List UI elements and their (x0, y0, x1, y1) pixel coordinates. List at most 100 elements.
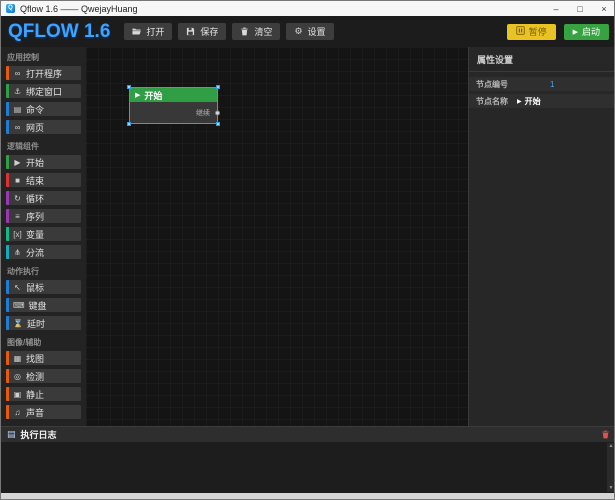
pause-label: 暂停 (529, 25, 547, 38)
sidebar-item-bind-window[interactable]: ⚓ 绑定窗口 (6, 84, 81, 98)
scroll-down-icon: ▼ (609, 485, 614, 492)
toolbar: 打开 保存 清空 ⚙ 设置 (124, 23, 333, 40)
log-icon: ▤ (7, 429, 16, 440)
play-icon: ▶ (517, 98, 522, 105)
start-button[interactable]: ▶ 启动 (564, 24, 609, 40)
open-label: 打开 (146, 25, 164, 38)
sidebar-section-action-execution: 动作执行 ↖ 鼠标⌨ 键盘 ⌛延时 (1, 263, 84, 330)
property-value: ▶开始 (517, 96, 541, 107)
sidebar-item-end[interactable]: ■结束 (6, 173, 81, 187)
sidebar-item-sequence[interactable]: ≡ 序列 (6, 209, 81, 223)
properties-rows: 节点编号 1 节点名称 ▶开始 (469, 77, 615, 108)
sidebar-item-sound[interactable]: ♫ 声音 (6, 405, 81, 419)
sidebar-item-delay[interactable]: ⌛延时 (6, 316, 81, 330)
play-icon: ▶ (573, 28, 578, 36)
node-port-label: 继续 (196, 108, 210, 118)
selection-handle[interactable] (216, 122, 220, 126)
selection-handle[interactable] (127, 85, 131, 89)
node-body: 继续 (130, 102, 217, 123)
property-label: 节点编号 (476, 79, 508, 90)
sidebar-item-command[interactable]: ▤ 命令 (6, 102, 81, 116)
titlebar: Q Qflow 1.6 —— QwejayHuang – □ × (1, 1, 615, 16)
window-title: Qflow 1.6 —— QwejayHuang (20, 4, 138, 14)
property-value: 1 (550, 80, 554, 89)
branch-icon: ⋔ (13, 248, 22, 257)
sidebar-item-webpage[interactable]: ∞网页 (6, 120, 81, 134)
detect-icon: ◎ (13, 372, 22, 381)
sidebar-item-start[interactable]: ▶开始 (6, 155, 81, 169)
sidebar-item-label: 开始 (26, 156, 44, 169)
properties-panel: 属性设置 节点编号1节点名称▶开始 (468, 47, 615, 426)
list-icon: ≡ (13, 212, 22, 221)
sidebar-item-label: 分流 (26, 246, 44, 259)
sidebar-item-label: 鼠标 (26, 281, 44, 294)
sidebar-item-label: 序列 (26, 210, 44, 223)
property-label: 节点名称 (476, 96, 508, 107)
sidebar-item-keyboard[interactable]: ⌨ 键盘 (6, 298, 81, 312)
pause-icon (516, 26, 525, 37)
sidebar-section-app-control: 应用控制 ∞ 打开程序 ⚓ 绑定窗口 ▤ 命令 ∞网页 (1, 49, 84, 134)
terminal-icon: ▤ (13, 105, 22, 114)
sidebar-section-title: 图像/辅助 (1, 334, 84, 351)
image-icon: ▦ (13, 354, 22, 363)
node-header: ▶ 开始 (130, 88, 217, 102)
minimize-button[interactable]: – (544, 1, 568, 16)
sidebar-item-open-program[interactable]: ∞ 打开程序 (6, 66, 81, 80)
sidebar-item-label: 网页 (26, 121, 44, 134)
sidebar-item-variable[interactable]: [x]变量 (6, 227, 81, 241)
still-icon: ▣ (13, 390, 22, 399)
sidebar-item-mouse[interactable]: ↖ 鼠标 (6, 280, 81, 294)
property-row-node-number[interactable]: 节点编号 1 (469, 77, 615, 91)
log-body: ▲ ▼ (1, 442, 615, 493)
node-output-port[interactable] (215, 110, 220, 115)
flow-canvas[interactable]: ▶ 开始 继续 (86, 47, 468, 426)
sidebar-section-title: 动作执行 (1, 263, 84, 280)
component-sidebar: 应用控制∞打开程序⚓绑定窗口▤命令∞网页逻辑组件▶开始■结束↻循环≡序列[x]变… (1, 47, 86, 426)
sidebar-item-label: 循环 (26, 192, 44, 205)
pause-button[interactable]: 暂停 (507, 24, 556, 40)
sidebar-item-label: 找图 (26, 352, 44, 365)
clear-log-button[interactable] (601, 430, 610, 439)
sidebar-item-still[interactable]: ▣静止 (6, 387, 81, 401)
folder-open-icon (132, 27, 141, 36)
selection-handle[interactable] (127, 122, 131, 126)
sidebar-item-label: 声音 (26, 406, 44, 419)
sidebar-item-label: 打开程序 (26, 67, 62, 80)
sidebar-item-loop[interactable]: ↻循环 (6, 191, 81, 205)
settings-label: 设置 (308, 25, 326, 38)
settings-button[interactable]: ⚙ 设置 (286, 23, 333, 40)
keyboard-icon: ⌨ (13, 301, 25, 310)
app-logo: QFLOW 1.6 (8, 21, 110, 43)
node-start[interactable]: ▶ 开始 继续 (129, 87, 218, 124)
maximize-button[interactable]: □ (568, 1, 592, 16)
clear-button[interactable]: 清空 (232, 23, 280, 40)
cursor-icon: ↖ (13, 283, 22, 292)
start-label: 启动 (582, 25, 600, 38)
save-label: 保存 (200, 25, 218, 38)
stop-icon: ■ (13, 176, 22, 185)
scroll-up-icon: ▲ (609, 443, 614, 450)
play-icon: ▶ (135, 91, 140, 99)
sidebar-item-find-image[interactable]: ▦ 找图 (6, 351, 81, 365)
app-icon: Q (6, 4, 15, 13)
sound-icon: ♫ (13, 408, 22, 417)
sidebar-item-branch[interactable]: ⋔ 分流 (6, 245, 81, 259)
selection-handle[interactable] (216, 85, 220, 89)
sidebar-item-label: 变量 (26, 228, 44, 241)
sidebar-item-label: 命令 (26, 103, 44, 116)
sidebar-item-detect[interactable]: ◎检测 (6, 369, 81, 383)
log-scrollbar[interactable]: ▲ ▼ (607, 443, 615, 492)
sidebar-item-label: 绑定窗口 (26, 85, 62, 98)
save-button[interactable]: 保存 (178, 23, 226, 40)
property-row-node-name[interactable]: 节点名称 ▶开始 (469, 94, 615, 108)
anchor-icon: ⚓ (13, 87, 22, 96)
app-header: QFLOW 1.6 打开 保存 清空 ⚙ 设置 暂停 ▶ 启动 (1, 16, 615, 47)
gear-icon: ⚙ (294, 26, 302, 37)
clear-label: 清空 (254, 25, 272, 38)
link-icon: ∞ (13, 69, 22, 78)
sidebar-item-label: 键盘 (29, 299, 47, 312)
sidebar-section-title: 应用控制 (1, 49, 84, 66)
window-bottom-edge (1, 493, 615, 500)
open-button[interactable]: 打开 (124, 23, 172, 40)
close-button[interactable]: × (592, 1, 615, 16)
